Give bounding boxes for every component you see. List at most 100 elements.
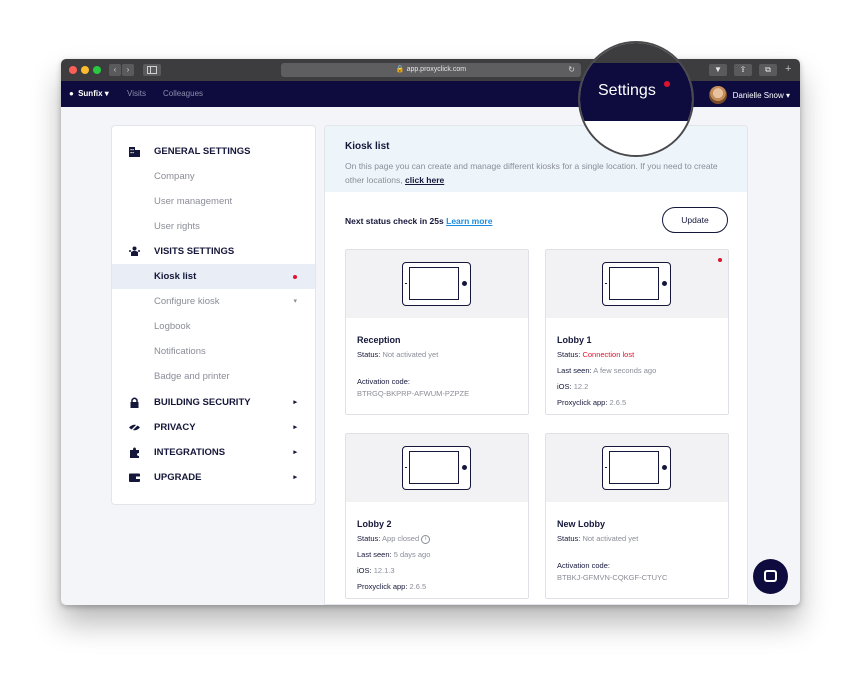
- ios-value: 12.1.3: [373, 566, 395, 575]
- nav-link-visits[interactable]: Visits: [127, 89, 146, 98]
- sidebar-item-company[interactable]: Company: [112, 164, 315, 189]
- update-button[interactable]: Update: [662, 207, 728, 233]
- chevron-right-icon: ▸: [293, 399, 297, 406]
- status-label: Status:: [557, 350, 581, 359]
- kiosk-status: Status: Not activated yet: [557, 534, 638, 543]
- app-value: 2.6.5: [609, 398, 627, 407]
- wallet-icon: [129, 473, 140, 482]
- kiosk-ios: iOS: 12.2: [557, 382, 588, 391]
- nav-link-colleagues[interactable]: Colleagues: [163, 89, 203, 98]
- back-button[interactable]: ‹: [109, 64, 121, 76]
- kiosk-card[interactable]: Reception Status: Not activated yet Acti…: [345, 249, 529, 415]
- sidebar-label: PRIVACY: [154, 422, 196, 433]
- activation-code-label: Activation code:: [357, 377, 410, 386]
- maximize-window-button[interactable]: [93, 66, 101, 74]
- url-text: app.proxyclick.com: [406, 66, 467, 73]
- status-check-line: Next status check in 25s Learn more: [345, 216, 492, 226]
- status-label: Status:: [357, 534, 381, 543]
- sidebar-item-configure-kiosk[interactable]: Configure kiosk ▾: [112, 289, 315, 314]
- tablet-icon: [602, 446, 671, 490]
- sidebar-label: VISITS SETTINGS: [154, 246, 235, 257]
- sidebar-label: GENERAL SETTINGS: [154, 146, 251, 157]
- lock-icon: 🔒: [395, 66, 405, 73]
- kiosk-card[interactable]: Lobby 2 Status: App closed i Last seen: …: [345, 433, 529, 599]
- settings-nav-link[interactable]: Settings: [598, 82, 656, 100]
- kiosk-card[interactable]: Lobby 1 Status: Connection lost Last see…: [545, 249, 729, 415]
- kiosk-image: [546, 250, 728, 318]
- sidebar-item-kiosk-list[interactable]: Kiosk list: [112, 264, 315, 289]
- eye-slash-icon: [129, 422, 140, 433]
- sidebar-item-logbook[interactable]: Logbook: [112, 314, 315, 339]
- status-value: App closed: [382, 534, 420, 543]
- activation-code-label: Activation code:: [557, 561, 610, 570]
- kiosk-card[interactable]: New Lobby Status: Not activated yet Acti…: [545, 433, 729, 599]
- create-location-link[interactable]: click here: [405, 175, 444, 185]
- close-window-button[interactable]: [69, 66, 77, 74]
- kiosk-ios: iOS: 12.1.3: [357, 566, 395, 575]
- location-selector[interactable]: ● Sunfix ▾: [69, 89, 109, 98]
- tablet-icon: [402, 446, 471, 490]
- chat-icon: [764, 570, 777, 582]
- ios-label: iOS:: [357, 566, 372, 575]
- sidebar-section-upgrade[interactable]: UPGRADE ▸: [112, 465, 315, 490]
- last-seen-value: A few seconds ago: [593, 366, 657, 375]
- info-icon[interactable]: i: [421, 534, 431, 544]
- sidebar-section-building-security[interactable]: BUILDING SECURITY ▸: [112, 390, 315, 415]
- user-menu[interactable]: Danielle Snow ▾: [708, 86, 790, 104]
- sidebar-item-user-management[interactable]: User management: [112, 189, 315, 214]
- kiosk-list-panel: Kiosk list On this page you can create a…: [324, 125, 748, 605]
- kiosk-name: Reception: [357, 335, 401, 345]
- sidebar-toggle-icon[interactable]: [143, 64, 161, 76]
- learn-more-link[interactable]: Learn more: [446, 216, 492, 226]
- status-value: Not activated yet: [382, 350, 439, 359]
- sidebar-label: UPGRADE: [154, 472, 202, 483]
- sidebar-item-badge-printer[interactable]: Badge and printer: [112, 364, 315, 389]
- kiosk-image: [346, 250, 528, 318]
- chevron-down-icon: ▾: [783, 90, 790, 100]
- chevron-right-icon: ▸: [293, 449, 297, 456]
- app-label: Proxyclick app:: [357, 582, 408, 591]
- minimize-window-button[interactable]: [81, 66, 89, 74]
- download-icon[interactable]: ▼: [709, 64, 727, 76]
- last-seen-value: 5 days ago: [393, 550, 431, 559]
- reload-icon[interactable]: ↻: [568, 63, 575, 77]
- magnified-titlebar: [580, 43, 692, 63]
- sidebar-label: BUILDING SECURITY: [154, 397, 251, 408]
- tablet-icon: [602, 262, 671, 306]
- kiosk-status: Status: App closed i: [357, 534, 431, 544]
- kiosk-name: Lobby 2: [357, 519, 392, 529]
- activation-code: BTBKJ-GFMVN-CQKGF-CTUYC: [557, 573, 668, 582]
- code-label: Activation code:: [357, 377, 410, 386]
- ios-label: iOS:: [557, 382, 572, 391]
- sidebar-item-notifications[interactable]: Notifications: [112, 339, 315, 364]
- chat-launcher-button[interactable]: [753, 559, 788, 594]
- sidebar-section-integrations[interactable]: INTEGRATIONS ▸: [112, 440, 315, 465]
- status-check-text: Next status check in 25s: [345, 216, 444, 226]
- lock-icon: [130, 397, 139, 408]
- tabs-icon[interactable]: ⧉: [759, 64, 777, 76]
- sidebar-section-visits[interactable]: VISITS SETTINGS: [112, 239, 315, 264]
- chevron-down-icon: ▾: [104, 89, 109, 98]
- sidebar-label: Kiosk list: [154, 271, 197, 282]
- ios-value: 12.2: [573, 382, 589, 391]
- activation-code: BTRGQ-BKPRP-AFWUM-PZPZE: [357, 389, 470, 398]
- sidebar-section-privacy[interactable]: PRIVACY ▸: [112, 415, 315, 440]
- visitors-icon: [129, 246, 140, 256]
- address-bar[interactable]: 🔒 app.proxyclick.com ↻: [281, 63, 581, 77]
- alert-dot-icon: [293, 275, 297, 279]
- sidebar-item-user-rights[interactable]: User rights: [112, 214, 315, 239]
- app-label: Proxyclick app:: [557, 398, 608, 407]
- kiosk-name: New Lobby: [557, 519, 606, 529]
- kiosk-name: Lobby 1: [557, 335, 592, 345]
- kiosk-last-seen: Last seen: A few seconds ago: [557, 366, 656, 375]
- forward-button[interactable]: ›: [122, 64, 134, 76]
- status-value: Connection lost: [582, 350, 635, 359]
- new-tab-icon[interactable]: +: [785, 63, 791, 75]
- sidebar-section-general[interactable]: GENERAL SETTINGS: [112, 139, 315, 164]
- kiosk-status: Status: Not activated yet: [357, 350, 438, 359]
- alert-dot-icon: [718, 258, 722, 262]
- share-icon[interactable]: ⇪: [734, 64, 752, 76]
- location-name: Sunfix: [78, 89, 103, 98]
- building-icon: [129, 147, 140, 157]
- sidebar-label: INTEGRATIONS: [154, 447, 226, 458]
